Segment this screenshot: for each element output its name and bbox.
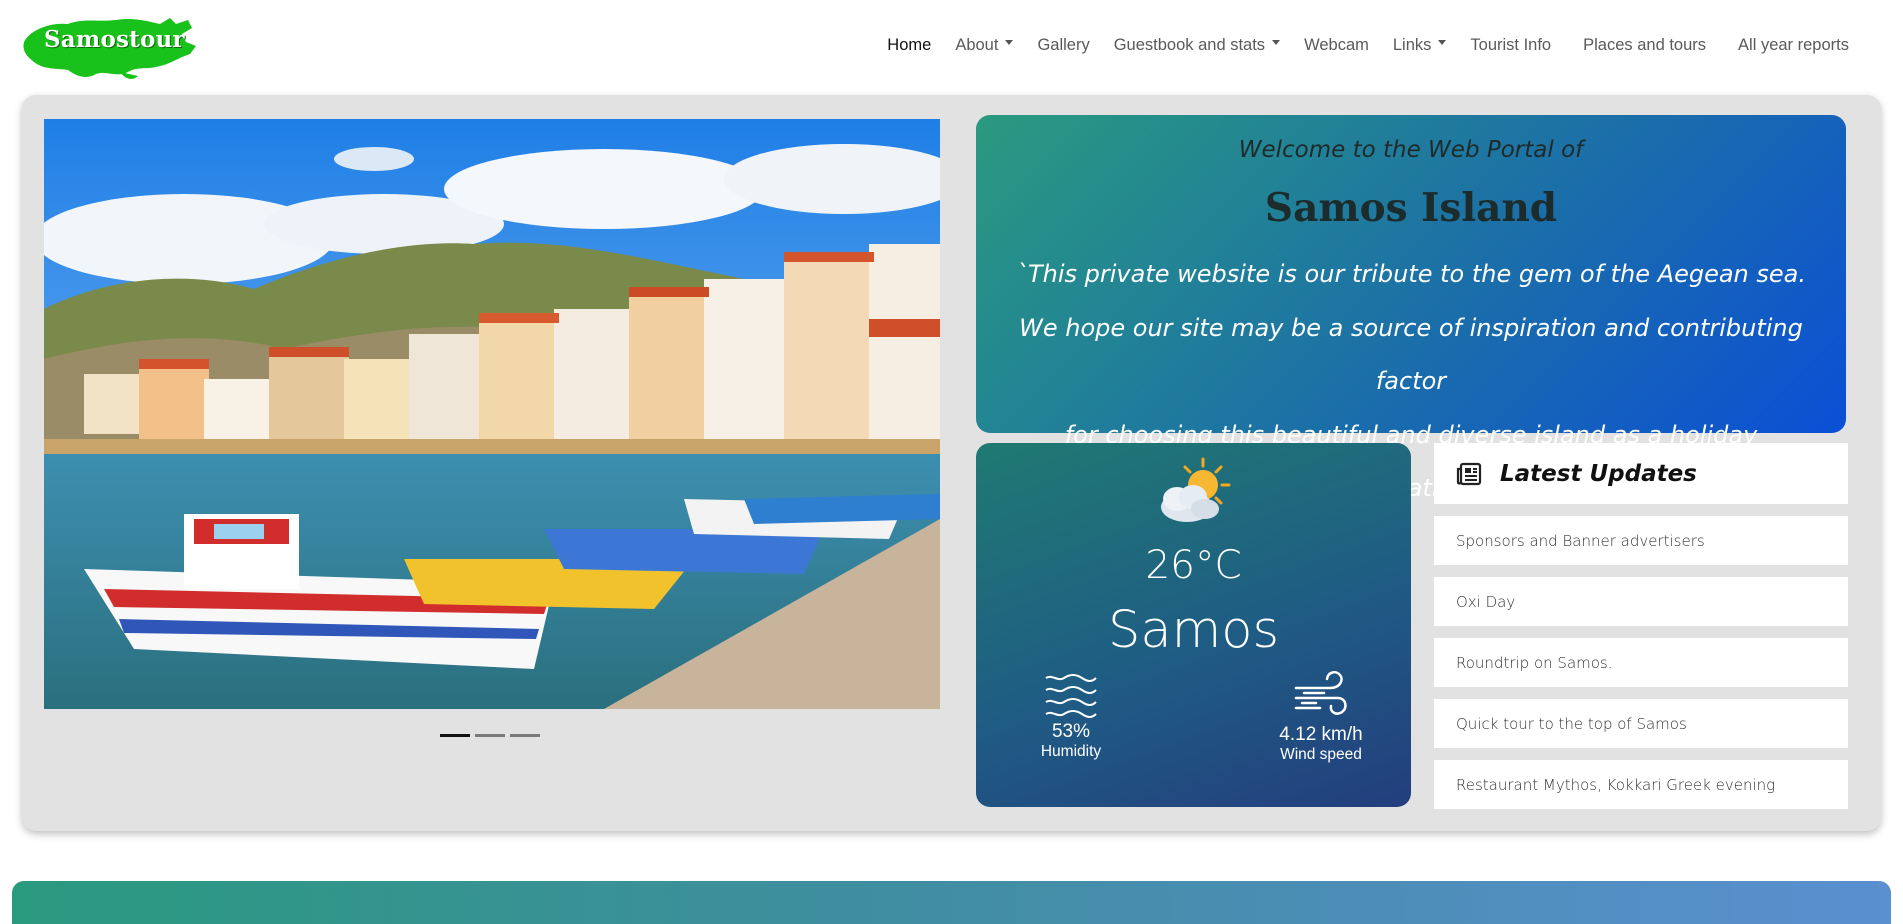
humidity-value: 53% [1051, 721, 1091, 742]
partly-cloudy-icon [1161, 457, 1231, 522]
nav-tourist-info[interactable]: Tourist Info [1458, 36, 1571, 55]
latest-updates-header: Latest Updates [1434, 443, 1848, 504]
humidity-block: 53% Humidity [1016, 673, 1126, 761]
welcome-card: Welcome to the Web Portal of Samos Islan… [976, 115, 1846, 502]
main-nav: Home About Gallery Guestbook and stats W… [875, 36, 1861, 55]
nav-all-year-reports[interactable]: All year reports [1726, 36, 1861, 55]
weather-city: Samos [1107, 601, 1280, 660]
nav-links[interactable]: Links [1381, 36, 1459, 55]
nav-gallery-label: Gallery [1037, 36, 1090, 54]
welcome-subtitle: Welcome to the Web Portal of [1238, 137, 1584, 163]
update-item[interactable]: Roundtrip on Samos. [1434, 638, 1848, 687]
next-section-band [12, 881, 1891, 924]
carousel-indicators [440, 734, 540, 737]
nav-webcam-label: Webcam [1304, 36, 1369, 54]
update-item[interactable]: Oxi Day [1434, 577, 1848, 626]
nav-places-tours-label: Places and tours [1583, 36, 1707, 54]
carousel-indicator-2[interactable] [475, 734, 505, 737]
nav-guestbook[interactable]: Guestbook and stats [1102, 36, 1292, 55]
update-item[interactable]: Sponsors and Banner advertisers [1434, 516, 1848, 565]
nav-all-year-reports-label: All year reports [1738, 36, 1849, 54]
update-item[interactable]: Quick tour to the top of Samos [1434, 699, 1848, 748]
latest-updates-panel: Latest Updates Sponsors and Banner adver… [1434, 443, 1848, 821]
caret-down-icon [1005, 40, 1014, 45]
carousel-indicator-3[interactable] [510, 734, 540, 737]
latest-updates-title: Latest Updates [1500, 460, 1697, 487]
nav-home-label: Home [887, 36, 932, 54]
nav-home[interactable]: Home [875, 36, 943, 55]
weather-temperature: 26°C [1145, 543, 1242, 588]
nav-links-label: Links [1392, 36, 1432, 54]
humidity-icon [1045, 674, 1097, 718]
humidity-label: Humidity [1040, 743, 1102, 760]
wind-value: 4.12 km/h [1279, 724, 1363, 745]
welcome-title: Samos Island [1264, 185, 1558, 231]
newspaper-icon [1456, 462, 1482, 485]
carousel-indicator-1[interactable] [440, 734, 470, 737]
nav-about[interactable]: About [943, 36, 1025, 55]
nav-guestbook-label: Guestbook and stats [1113, 36, 1266, 54]
wind-block: 4.12 km/h Wind speed [1261, 670, 1381, 764]
wind-label: Wind speed [1280, 746, 1362, 763]
wind-icon [1294, 670, 1347, 715]
caret-down-icon [1272, 40, 1281, 45]
site-logo[interactable]: Samostour [20, 12, 203, 82]
quote-line-1: `This private website is our tribute to … [1015, 260, 1806, 288]
image-carousel[interactable] [44, 119, 940, 709]
nav-webcam[interactable]: Webcam [1292, 36, 1381, 55]
hero-section: Welcome to the Web Portal of Samos Islan… [22, 95, 1881, 831]
nav-about-label: About [955, 36, 999, 54]
navbar: Samostour Home About Gallery Guestbook a… [0, 0, 1903, 95]
logo-text: Samostour [44, 26, 185, 53]
weather-card: 26°C Samos 53% Humidity 4.12 km/h Wind s… [976, 443, 1411, 807]
nav-places-tours[interactable]: Places and tours [1571, 36, 1726, 55]
nav-tourist-info-label: Tourist Info [1470, 36, 1552, 54]
quote-line-2: We hope our site may be a source of insp… [1019, 313, 1803, 396]
nav-gallery[interactable]: Gallery [1025, 36, 1101, 55]
harbor-photo [44, 119, 940, 709]
update-item[interactable]: Restaurant Mythos, Kokkari Greek evening [1434, 760, 1848, 809]
caret-down-icon [1438, 40, 1447, 45]
